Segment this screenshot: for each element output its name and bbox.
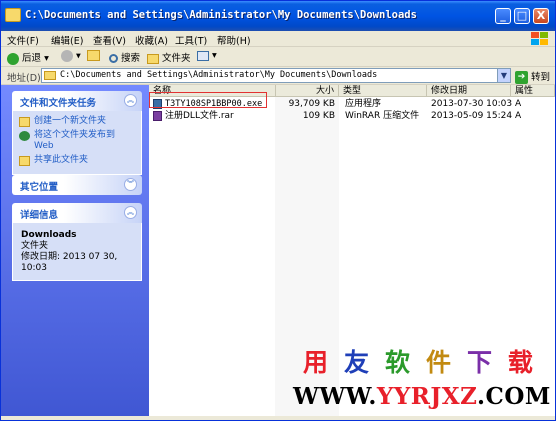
file-date: 2013-05-09 15:24 <box>431 111 513 121</box>
panel-title: 文件和文件夹任务 <box>20 98 97 109</box>
panel-title: 其它位置 <box>20 182 59 193</box>
collapse-icon[interactable]: ︽ <box>124 94 137 107</box>
chevron-down-icon[interactable]: ▼ <box>497 69 510 82</box>
search-label: 搜索 <box>121 53 141 64</box>
views-icon <box>197 50 209 61</box>
new-folder-icon <box>19 117 30 127</box>
address-path: C:\Documents and Settings\Administrator\… <box>60 70 378 80</box>
watermark-char: 友 <box>343 348 369 377</box>
task-label: 将这个文件夹发布到 Web <box>34 130 116 151</box>
publish-web-icon <box>19 131 30 141</box>
watermark-char: 用 <box>303 348 329 377</box>
detail-folder-name: Downloads <box>21 230 77 240</box>
watermark-url: WWW.YYRJXZ.COM <box>293 383 551 410</box>
watermark-char: 载 <box>507 348 533 377</box>
up-folder-icon <box>87 50 100 61</box>
other-places-panel: 其它位置 ︾ <box>12 175 142 195</box>
task-label: 共享此文件夹 <box>34 155 89 165</box>
menu-edit[interactable]: 编辑(E) <box>51 33 83 47</box>
share-folder-icon <box>19 156 30 166</box>
go-button[interactable]: ➔ 转到 <box>515 69 550 84</box>
file-row[interactable]: 注册DLL文件.rar 109 KB WinRAR 压缩文件 2013-05-0… <box>149 110 555 122</box>
folders-button[interactable]: 文件夹 <box>147 50 191 64</box>
menu-help[interactable]: 帮助(H) <box>217 33 251 47</box>
go-arrow-icon: ➔ <box>515 71 528 84</box>
chevron-down-icon[interactable]: ▾ <box>76 51 81 62</box>
menu-view[interactable]: 查看(V) <box>93 33 126 47</box>
file-type: 应用程序 <box>345 99 382 109</box>
maximize-button[interactable]: □ <box>514 8 530 24</box>
panel-header[interactable]: 文件和文件夹任务 ︽ <box>12 91 142 111</box>
task-label: 创建一个新文件夹 <box>34 116 107 126</box>
menu-tools[interactable]: 工具(T) <box>175 33 207 47</box>
file-tasks-panel: 文件和文件夹任务 ︽ 创建一个新文件夹 将这个文件夹发布到 Web 共享此文件夹 <box>12 91 142 175</box>
folders-label: 文件夹 <box>162 53 191 64</box>
watermark: 用 友 软 件 下 载 WWW.YYRJXZ.COM <box>293 348 551 416</box>
menu-favorites[interactable]: 收藏(A) <box>135 33 168 47</box>
watermark-url-domain: YYRJXZ <box>376 383 477 410</box>
minimize-button[interactable]: _ <box>495 8 511 24</box>
back-arrow-icon <box>7 52 19 65</box>
address-input[interactable]: C:\Documents and Settings\Administrator\… <box>41 68 511 83</box>
go-label: 转到 <box>531 72 551 83</box>
menu-file[interactable]: 文件(F) <box>7 33 39 47</box>
panel-header[interactable]: 详细信息 ︽ <box>12 203 142 223</box>
window-title: C:\Documents and Settings\Administrator\… <box>25 9 417 21</box>
collapse-icon[interactable]: ︽ <box>124 206 137 219</box>
column-header-type[interactable]: 类型 <box>339 85 427 97</box>
file-name: 注册DLL文件.rar <box>165 111 234 121</box>
file-attributes: A <box>515 111 522 121</box>
folder-icon <box>5 8 21 22</box>
details-panel: 详细信息 ︽ Downloads 文件夹 修改日期: 2013 07 30, 1… <box>12 203 142 281</box>
column-header-attributes[interactable]: 属性 <box>511 85 555 97</box>
file-date: 2013-07-30 10:03 <box>431 99 513 109</box>
watermark-char: 件 <box>425 348 451 377</box>
watermark-char: 下 <box>466 348 492 377</box>
title-bar[interactable]: C:\Documents and Settings\Administrator\… <box>1 1 555 31</box>
watermark-char: 软 <box>384 348 410 377</box>
chevron-down-icon[interactable]: ▾ <box>44 53 49 64</box>
panel-body: Downloads 文件夹 修改日期: 2013 07 30, 10:03 <box>12 223 142 281</box>
file-type: WinRAR 压缩文件 <box>345 111 420 121</box>
file-attributes: A <box>515 99 522 109</box>
explorer-window: C:\Documents and Settings\Administrator\… <box>0 0 556 421</box>
panel-body: 创建一个新文件夹 将这个文件夹发布到 Web 共享此文件夹 <box>12 111 142 175</box>
windows-logo-icon <box>531 32 549 46</box>
file-size: 109 KB <box>302 111 335 121</box>
menu-bar: 文件(F) 编辑(E) 查看(V) 收藏(A) 工具(T) 帮助(H) <box>1 31 555 47</box>
chevron-down-icon[interactable]: ▾ <box>212 50 217 61</box>
task-new-folder[interactable]: 创建一个新文件夹 <box>19 116 135 127</box>
folders-icon <box>147 53 159 64</box>
file-size: 93,709 KB <box>288 99 335 109</box>
search-icon <box>109 54 118 63</box>
back-button[interactable]: 后退 ▾ <box>7 50 49 65</box>
task-publish-web[interactable]: 将这个文件夹发布到 Web <box>19 130 135 152</box>
detail-modified: 修改日期: 2013 07 30, 10:03 <box>21 252 118 273</box>
watermark-url-prefix: WWW. <box>293 383 377 410</box>
folder-icon <box>44 71 56 80</box>
toolbar: 后退 ▾ ▾ 搜索 文件夹 ▾ <box>1 47 555 67</box>
detail-type: 文件夹 <box>21 241 49 251</box>
panel-header[interactable]: 其它位置 ︾ <box>12 175 142 195</box>
task-pane: 文件和文件夹任务 ︽ 创建一个新文件夹 将这个文件夹发布到 Web 共享此文件夹 <box>1 85 149 416</box>
back-label: 后退 <box>22 53 42 64</box>
panel-title: 详细信息 <box>20 210 59 221</box>
task-share-folder[interactable]: 共享此文件夹 <box>19 155 135 166</box>
column-header-date[interactable]: 修改日期 <box>427 85 511 97</box>
rar-archive-icon <box>153 111 162 121</box>
search-button[interactable]: 搜索 <box>109 50 140 64</box>
forward-button[interactable]: ▾ <box>61 50 81 64</box>
close-button[interactable]: X <box>533 8 549 24</box>
expand-icon[interactable]: ︾ <box>124 178 137 191</box>
address-label: 地址(D) <box>7 73 41 84</box>
address-bar: 地址(D) C:\Documents and Settings\Administ… <box>1 67 555 85</box>
up-folder-button[interactable] <box>87 50 100 64</box>
watermark-chinese: 用 友 软 件 下 载 <box>303 348 533 378</box>
watermark-url-suffix: .COM <box>477 383 551 410</box>
highlight-box <box>149 92 267 108</box>
column-header-size[interactable]: 大小 <box>276 85 339 97</box>
forward-arrow-icon <box>61 50 73 62</box>
views-button[interactable]: ▾ <box>197 50 217 64</box>
